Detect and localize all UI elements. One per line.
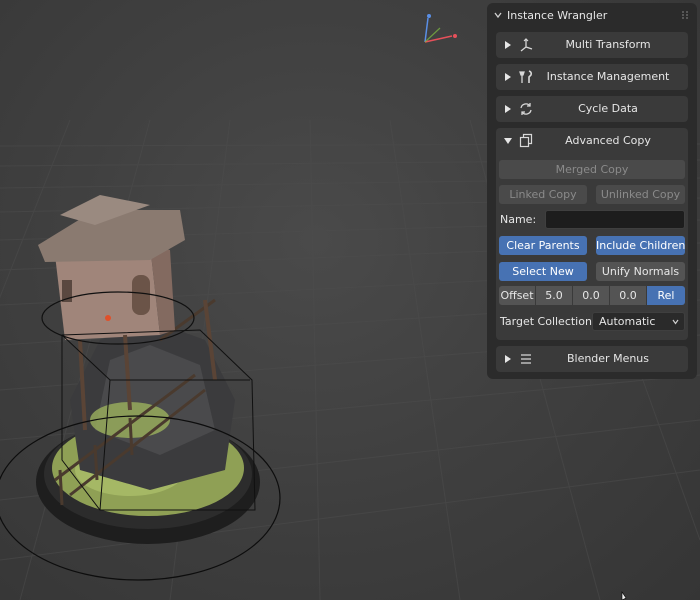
include-children-toggle[interactable]: Include Children [596, 236, 685, 255]
collapse-arrow-icon [504, 138, 512, 144]
axis-gizmo [424, 14, 457, 43]
transform-axes-icon [520, 38, 533, 52]
section-label: Cycle Data [578, 102, 638, 115]
menu-lines-icon [521, 354, 531, 364]
object-origin [105, 315, 111, 321]
section-instance-management[interactable]: Instance Management [496, 64, 688, 90]
section-cycle-data[interactable]: Cycle Data [496, 96, 688, 122]
name-field[interactable] [545, 210, 685, 229]
advanced-copy-header[interactable]: Advanced Copy [496, 128, 688, 154]
offset-z-field[interactable]: 0.0 [610, 286, 647, 305]
duplicate-icon [519, 133, 533, 148]
chevron-down-icon [672, 319, 679, 325]
section-label: Blender Menus [566, 352, 650, 365]
offset-x-field[interactable]: 5.0 [536, 286, 573, 305]
expand-arrow-icon [505, 105, 511, 113]
section-label: Instance Management [546, 70, 670, 83]
linked-copy-button[interactable]: Linked Copy [499, 185, 587, 204]
target-collection-value: Automatic [599, 315, 656, 328]
mouse-cursor [621, 591, 627, 600]
relative-offset-toggle[interactable]: Rel [647, 286, 685, 305]
offset-vector-row: Offset 5.0 0.0 0.0 Rel [499, 286, 685, 305]
unify-normals-toggle[interactable]: Unify Normals [596, 262, 685, 281]
target-collection-label: Target Collection: [500, 315, 596, 328]
section-label: Multi Transform [565, 38, 651, 51]
cycle-arrows-icon [520, 103, 532, 115]
chevron-down-icon [494, 12, 502, 19]
instance-wrangler-panel: Instance Wrangler Multi Transform Instan… [487, 3, 697, 379]
unlinked-copy-button[interactable]: Unlinked Copy [596, 185, 685, 204]
clear-parents-toggle[interactable]: Clear Parents [499, 236, 587, 255]
offset-label: Offset [499, 286, 536, 305]
drag-grip-icon[interactable] [681, 10, 689, 20]
select-new-toggle[interactable]: Select New [499, 262, 587, 281]
name-label: Name: [500, 213, 537, 226]
target-collection-dropdown[interactable]: Automatic [592, 312, 685, 331]
merged-copy-button[interactable]: Merged Copy [499, 160, 685, 179]
section-blender-menus[interactable]: Blender Menus [496, 346, 688, 372]
expand-arrow-icon [505, 355, 511, 363]
section-advanced-copy: Advanced Copy Merged Copy Linked Copy Un… [496, 128, 688, 340]
offset-y-field[interactable]: 0.0 [573, 286, 610, 305]
expand-arrow-icon [505, 73, 511, 81]
expand-arrow-icon [505, 41, 511, 49]
panel-header[interactable]: Instance Wrangler [487, 3, 697, 27]
section-label: Advanced Copy [565, 134, 651, 147]
panel-title: Instance Wrangler [507, 8, 608, 22]
section-multi-transform[interactable]: Multi Transform [496, 32, 688, 58]
tools-icon [519, 70, 533, 83]
